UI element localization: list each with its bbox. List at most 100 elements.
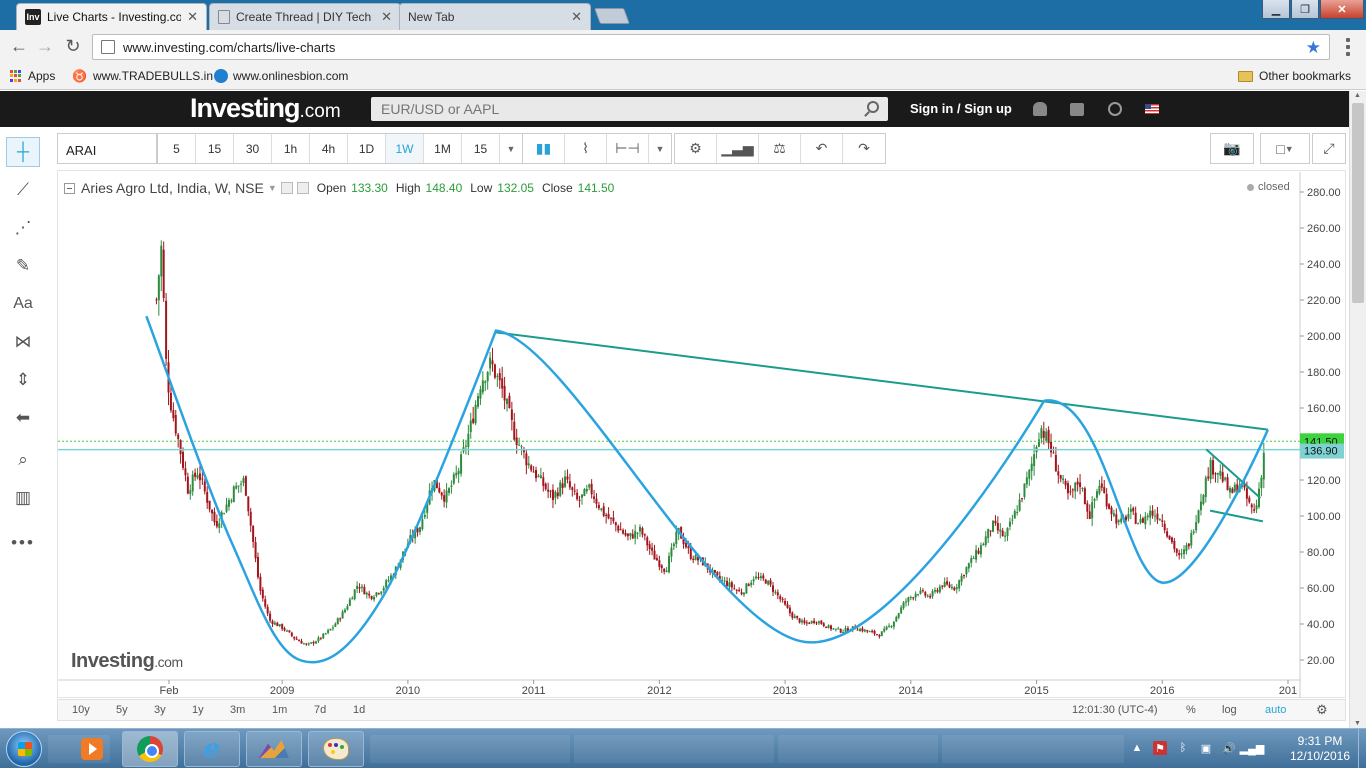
legend-hide-icon[interactable] [296,182,309,194]
range-5y[interactable]: 5y [116,704,128,716]
range-1y[interactable]: 1y [192,704,204,716]
taskbar-ghost-window [370,735,570,763]
low-value: 132.05 [497,181,534,195]
market-status-label: closed [1258,181,1290,193]
candle-body [866,630,869,632]
candle-body [933,589,936,592]
tray-flag-icon[interactable]: ⚑ [1153,741,1167,755]
network-signal-icon[interactable]: ▂▄▆ [1240,741,1265,755]
candle-body [1219,470,1222,476]
candle-body [796,615,799,618]
windows-start-icon[interactable] [6,731,42,767]
candle-body [1192,531,1195,533]
chrome-taskbar-button[interactable] [122,731,178,767]
candle-body [1108,504,1111,509]
candle-body [535,470,538,479]
ie-taskbar-button[interactable]: e [184,731,240,767]
taskbar-clock[interactable]: 9:31 PM 12/10/2016 [1283,734,1357,764]
legend-dropdown-icon[interactable]: ▼ [268,183,277,193]
collapse-legend-icon[interactable] [64,182,75,194]
scroll-up-icon[interactable]: ▲ [1354,92,1361,99]
candle-body [660,565,663,569]
browser-menu-icon[interactable] [1346,38,1350,56]
candle-body [1207,476,1210,479]
chart-watermark: Investing.com [71,650,183,672]
show-desktop-button[interactable] [1358,729,1366,768]
candle-body [547,489,550,492]
open-value: 133.30 [351,181,388,195]
tray-expand-icon[interactable]: ▲ [1130,741,1144,755]
range-10y[interactable]: 10y [72,704,90,716]
candle-body [1187,543,1190,547]
range-1m[interactable]: 1m [272,704,287,716]
log-toggle[interactable]: log [1222,704,1237,716]
candle-body [996,522,999,531]
candle-body [817,621,820,624]
price-chart[interactable]: 280.00 260.00 240.00 220.00 200.00 180.00 160.… [0,0,1346,700]
y-tick-label: 40.00 [1307,619,1335,631]
range-settings-icon[interactable]: ⚙ [1316,702,1328,718]
candle-body [288,630,291,633]
candle-body [728,582,731,587]
percent-toggle[interactable]: % [1186,704,1196,716]
candle-body [194,472,197,477]
candle-body [960,575,963,582]
candle-body [365,592,368,595]
media-player-button[interactable] [72,731,112,767]
device-icon[interactable]: ▣ [1199,741,1213,755]
candle-body [1158,519,1161,521]
candle-body [486,372,489,382]
candle-body [1013,511,1016,519]
candle-body [336,618,339,624]
range-7d[interactable]: 7d [314,704,326,716]
candle-body [1250,504,1253,508]
range-3m[interactable]: 3m [230,704,245,716]
candle-body [377,593,380,595]
range-1d[interactable]: 1d [353,704,365,716]
scroll-thumb[interactable] [1352,103,1364,303]
candle-body [752,579,755,582]
timezone-clock[interactable]: 12:01:30 (UTC-4) [1072,704,1158,716]
candle-body [508,395,511,408]
bluetooth-icon[interactable]: ᛒ [1176,741,1190,755]
volume-icon[interactable]: 🔊 [1222,741,1236,755]
candle-body [1197,510,1200,523]
range-bar: 10y 5y 3y 1y 3m 1m 7d 1d 12:01:30 (UTC-4… [57,699,1346,721]
candle-body [762,575,765,579]
candle-body [447,488,450,493]
candle-body [1137,523,1140,525]
candle-body [670,547,673,557]
candle-body [900,607,903,614]
chart-app-taskbar-button[interactable] [246,731,302,767]
candle-body [626,533,629,537]
legend-title[interactable]: Aries Agro Ltd, India, W, NSE [81,180,264,196]
close-label: Close [541,181,573,195]
candle-body [631,533,634,539]
candle-body [958,580,961,589]
candle-body [387,579,390,582]
range-3y[interactable]: 3y [154,704,166,716]
candle-body [1146,515,1149,518]
legend-settings-icon[interactable] [280,182,293,194]
paint-taskbar-button[interactable] [308,731,364,767]
candle-body [513,421,516,440]
auto-toggle[interactable]: auto [1265,704,1286,716]
candle-body [356,585,359,590]
candle-body [249,511,252,526]
candle-body [346,606,349,610]
candle-body [585,488,588,492]
scroll-down-icon[interactable]: ▼ [1354,720,1361,727]
candle-body [921,590,924,592]
candle-body [370,596,373,599]
candle-body [672,543,675,547]
candle-body [1037,439,1040,447]
candle-body [293,636,296,639]
candle-body [360,586,363,588]
candle-body [368,593,371,596]
candle-body [382,587,385,591]
candle-body [1260,477,1263,488]
page-scrollbar[interactable]: ▲ ▼ [1349,91,1366,728]
candle-body [322,633,325,639]
candle-body [155,299,158,301]
candle-body [624,532,627,536]
